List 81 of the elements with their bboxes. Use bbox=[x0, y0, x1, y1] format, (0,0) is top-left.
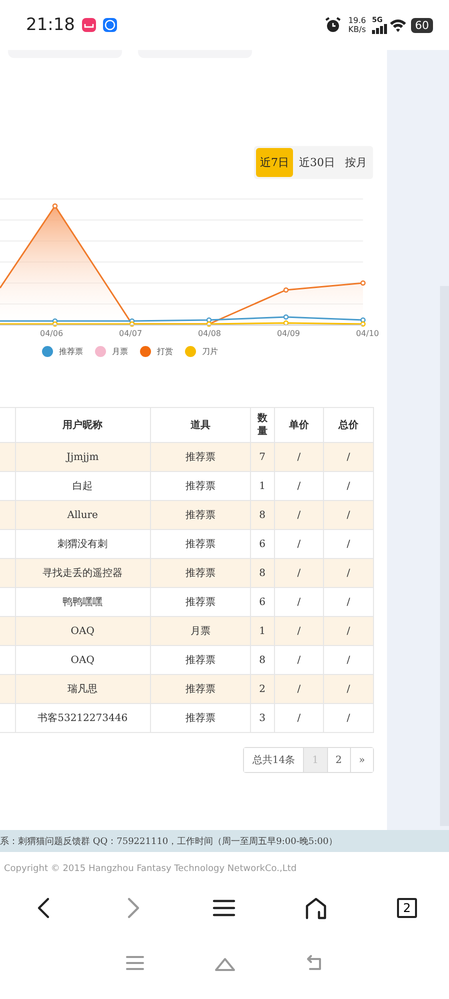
table-cell: / bbox=[297, 596, 301, 608]
legend-label: 刀片 bbox=[202, 346, 218, 357]
table-cell: OAQ bbox=[70, 654, 94, 666]
table-cell: 推荐票 bbox=[185, 713, 216, 724]
table-cell: 7 bbox=[259, 452, 266, 462]
table-cell: 推荐票 bbox=[185, 684, 216, 695]
signal-icon bbox=[372, 24, 387, 34]
table-cell: 推荐票 bbox=[185, 481, 216, 492]
wifi-icon bbox=[389, 17, 407, 33]
column-header: 单价 bbox=[288, 420, 309, 430]
table-cell: / bbox=[297, 510, 301, 520]
range-tab[interactable]: 按月 bbox=[341, 148, 371, 177]
table-cell: / bbox=[346, 538, 350, 550]
table-cell: 8 bbox=[259, 510, 266, 520]
table-cell: 书客53212273446 bbox=[38, 713, 128, 724]
total-count: 总共14条 bbox=[244, 748, 304, 772]
table-cell: 2 bbox=[259, 684, 266, 694]
table-cell: 8 bbox=[259, 568, 266, 578]
table-cell: / bbox=[346, 480, 350, 492]
axis-label: 04/06 bbox=[40, 329, 64, 338]
table-cell: / bbox=[297, 712, 301, 724]
legend-label: 月票 bbox=[112, 346, 128, 357]
table-cell: OAQ bbox=[70, 626, 94, 636]
column-header: 数量 bbox=[257, 412, 268, 438]
column-header: 总价 bbox=[338, 420, 358, 430]
table-cell: 刺猬没有刺 bbox=[58, 539, 108, 550]
table-cell: / bbox=[346, 510, 350, 520]
range-tab[interactable]: 近7日 bbox=[256, 148, 293, 177]
table-cell: / bbox=[346, 654, 350, 666]
table-cell: 8 bbox=[259, 654, 266, 666]
table-cell: / bbox=[297, 626, 301, 636]
table-cell: / bbox=[297, 452, 301, 462]
axis-label: 04/08 bbox=[198, 329, 222, 338]
table-cell: Allure bbox=[67, 510, 98, 520]
app-notification-icon bbox=[81, 17, 97, 33]
table-cell: / bbox=[346, 452, 350, 462]
table-cell: 3 bbox=[259, 712, 266, 724]
legend-label: 打赏 bbox=[157, 346, 173, 357]
table-cell: 白起 bbox=[72, 481, 93, 492]
table-cell: Jjmjjm bbox=[66, 452, 99, 462]
speed-unit: KB/s bbox=[348, 25, 366, 34]
legend-label: 推荐票 bbox=[59, 346, 83, 357]
contact-info: 系：刺猬猫问题反馈群 QQ：759221110，工作时间（周一至周五早9:00-晚5:00） bbox=[0, 836, 338, 848]
table-cell: / bbox=[346, 596, 350, 608]
table-cell: 1 bbox=[259, 626, 266, 636]
clock-time: 21:18 bbox=[26, 15, 75, 35]
table-cell: 1 bbox=[259, 480, 266, 492]
table-cell: 推荐票 bbox=[185, 510, 216, 521]
table-cell: 鸭鸭嘿嘿 bbox=[62, 597, 103, 608]
axis-label: 04/09 bbox=[276, 329, 300, 338]
home-button[interactable] bbox=[304, 896, 328, 920]
table-cell: / bbox=[297, 684, 301, 694]
table-cell: 月票 bbox=[190, 626, 210, 637]
column-header: 道具 bbox=[190, 420, 210, 430]
battery-level: 60 bbox=[411, 18, 433, 32]
table-cell: 推荐票 bbox=[185, 568, 216, 579]
table-cell: 推荐票 bbox=[185, 655, 216, 666]
axis-label: 04/07 bbox=[118, 329, 142, 338]
table-cell: 推荐票 bbox=[185, 597, 216, 608]
table-cell: / bbox=[297, 538, 301, 550]
table-cell: 寻找走丢的遥控器 bbox=[42, 568, 123, 579]
copyright-text: Copyright © 2015 Hangzhou Fantasy Technology NetworkCo.,Ltd bbox=[3, 863, 298, 876]
table-cell: / bbox=[297, 480, 301, 492]
app-notification-icon bbox=[102, 17, 118, 33]
table-cell: 6 bbox=[259, 538, 266, 550]
range-tab[interactable]: 近30日 bbox=[295, 148, 339, 177]
table-cell: / bbox=[346, 626, 350, 636]
alarm-icon bbox=[324, 16, 342, 34]
table-cell: / bbox=[346, 684, 350, 694]
table-cell: 推荐票 bbox=[185, 539, 216, 550]
axis-label: 04/10 bbox=[356, 329, 379, 338]
table-cell: / bbox=[346, 568, 350, 578]
network-speed: 19.6 bbox=[348, 16, 366, 25]
table-cell: / bbox=[346, 712, 350, 724]
table-cell: / bbox=[297, 568, 301, 578]
table-cell: 推荐票 bbox=[185, 452, 216, 463]
table-cell: 6 bbox=[259, 596, 266, 608]
column-header: 用户昵称 bbox=[62, 420, 103, 430]
table-cell: 瑞凡思 bbox=[68, 684, 98, 695]
table-cell: / bbox=[297, 654, 301, 666]
tabs-button[interactable]: 2 bbox=[397, 898, 417, 918]
